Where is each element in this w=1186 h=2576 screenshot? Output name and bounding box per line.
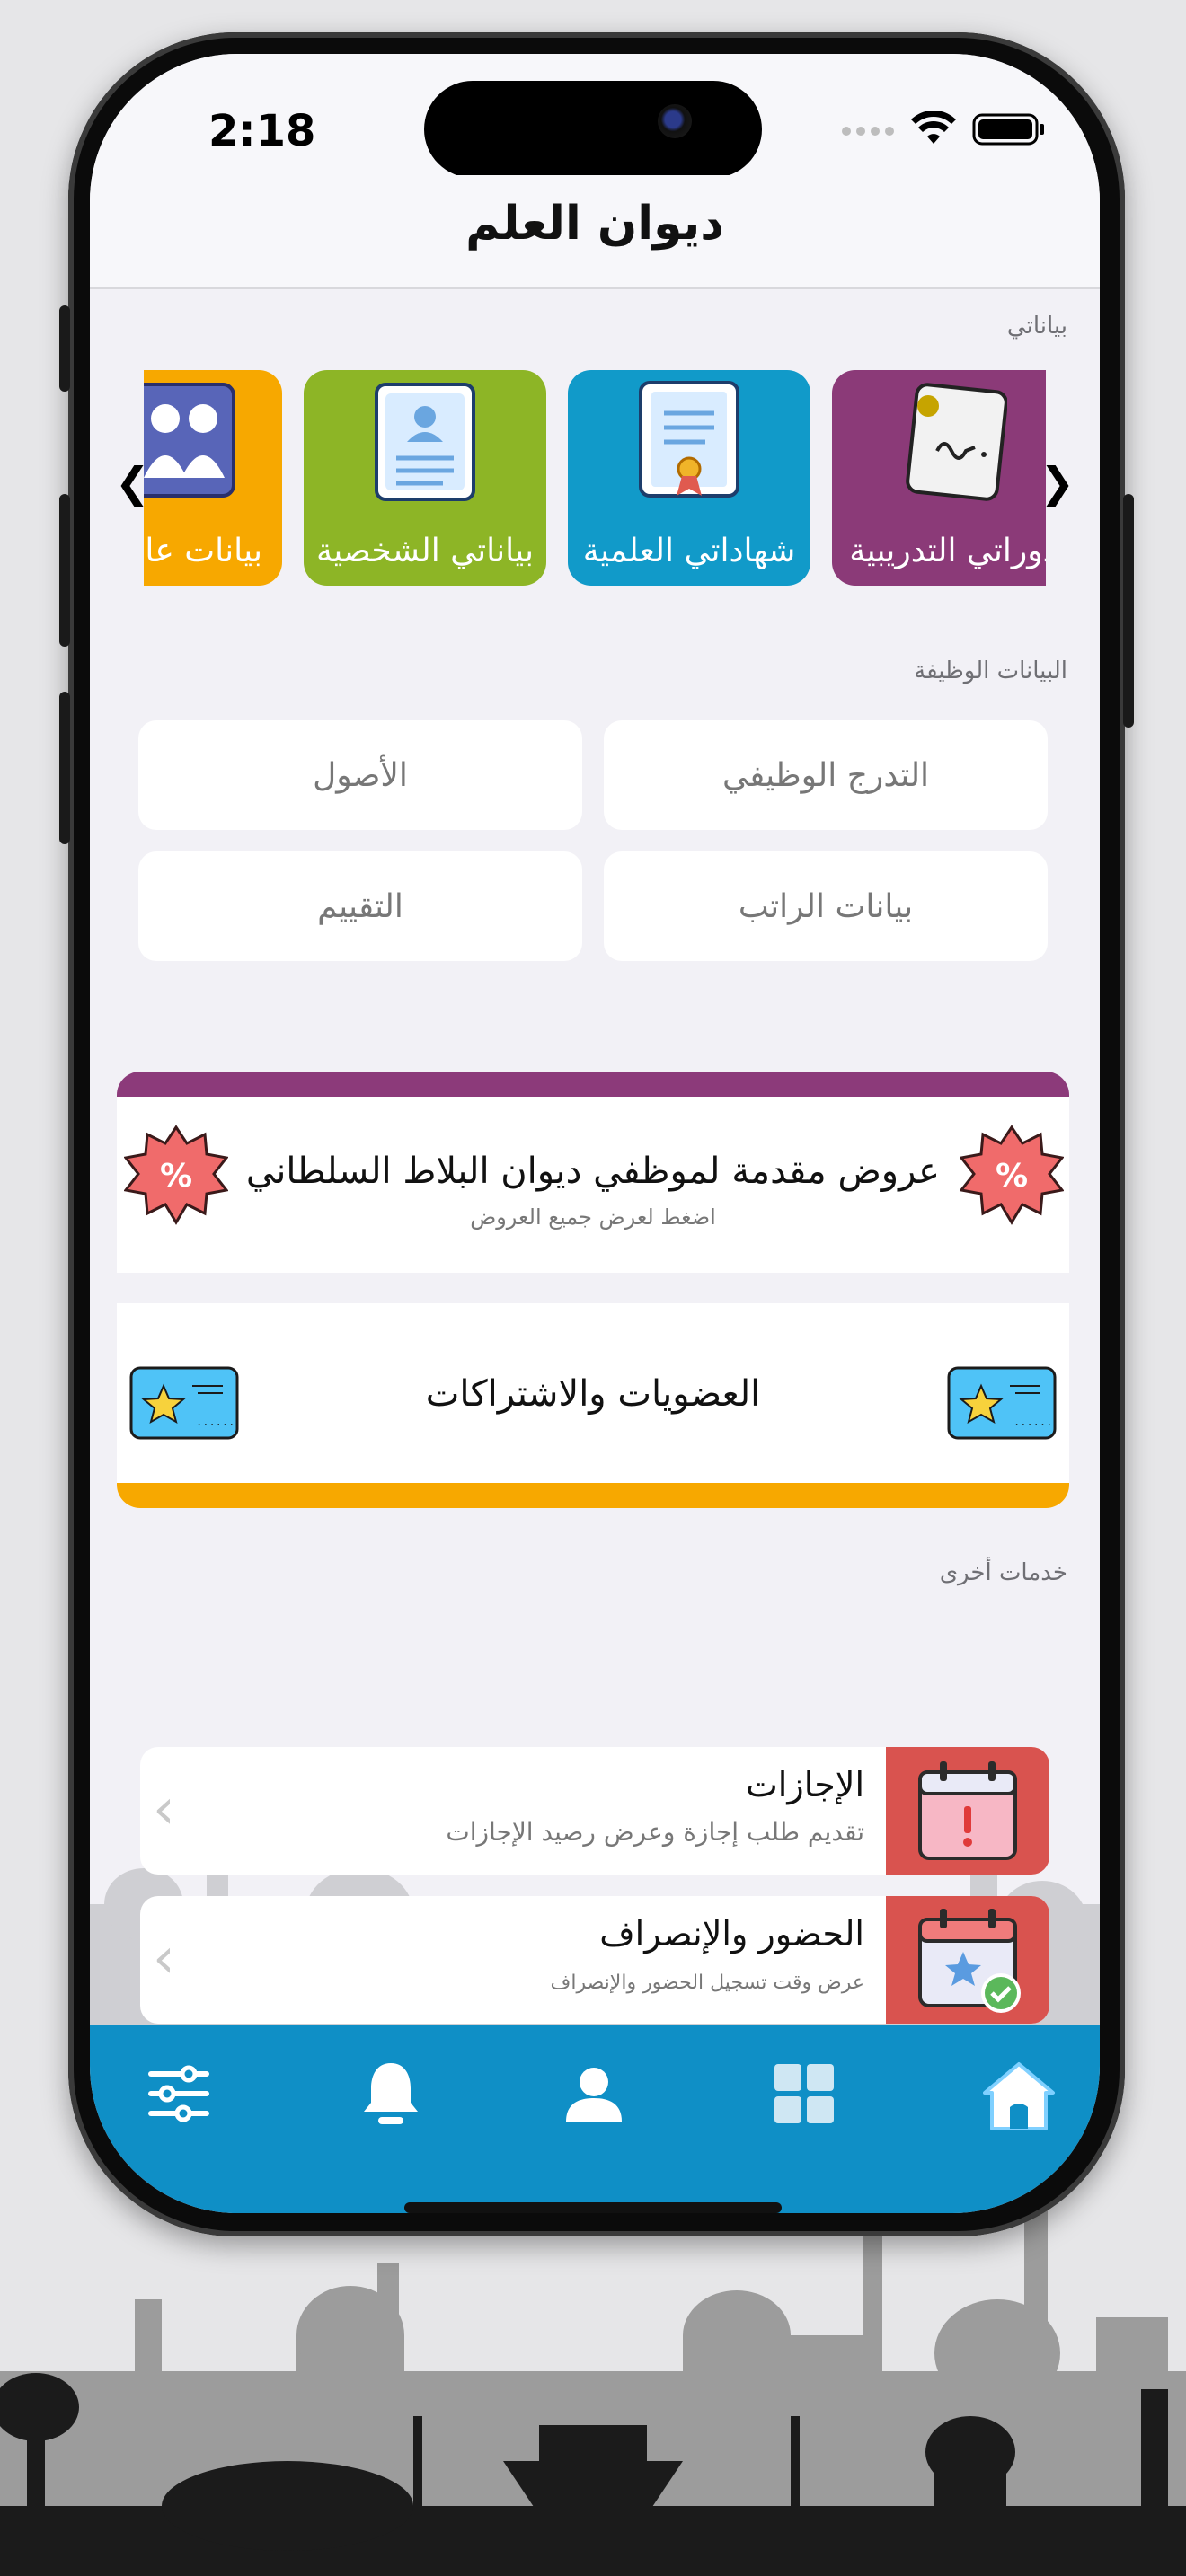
bottom-tab-bar xyxy=(90,2025,1100,2213)
memberships-title: العضويات والاشتراكات xyxy=(425,1373,761,1415)
settings-sliders-icon xyxy=(148,2065,209,2122)
job-grade-button[interactable]: التدرج الوظيفي xyxy=(604,720,1048,830)
tab-home[interactable] xyxy=(976,2053,1062,2139)
card-my-personal-data[interactable]: بياناتي الشخصية xyxy=(304,370,546,586)
status-time: 2:18 xyxy=(208,106,316,156)
power-button xyxy=(1123,494,1134,728)
id-card-icon xyxy=(375,383,475,501)
section-label-job-data: البيانات الوظيفة xyxy=(914,657,1067,684)
evaluation-button[interactable]: التقييم xyxy=(138,851,582,961)
service-subtitle: عرض وقت تسجيل الحضور والإنصراف xyxy=(550,1972,864,1994)
memberships-banner[interactable]: ...... ...... العضويات والاشتراكات xyxy=(117,1303,1069,1508)
card-my-family-data[interactable]: بيانات عائلتي xyxy=(144,370,282,586)
family-icon xyxy=(144,383,235,498)
tab-profile[interactable] xyxy=(553,2053,634,2134)
leaves-service-item[interactable]: الإجازات تقديم طلب إجازة وعرض رصيد الإجا… xyxy=(140,1747,1049,1875)
status-bar: 2:18 xyxy=(90,54,1100,178)
calendar-alert-icon xyxy=(918,1761,1017,1860)
section-label-other-services: خدمات أخرى xyxy=(939,1559,1067,1586)
chevron-left-icon: ‹ xyxy=(153,1776,175,1841)
memberships-accent-bar xyxy=(117,1483,1069,1508)
service-title: الإجازات xyxy=(746,1765,864,1804)
offers-banner[interactable]: % % عروض مقدمة لموظفي ديوان البلاط السلط… xyxy=(117,1072,1069,1273)
note-icon xyxy=(906,383,1007,501)
tab-services[interactable] xyxy=(764,2053,845,2134)
service-title: الحضور والإنصراف xyxy=(599,1914,864,1954)
tab-settings[interactable] xyxy=(138,2053,219,2134)
app-header: ديوان العلم xyxy=(90,175,1100,289)
camera-icon xyxy=(658,104,692,138)
my-data-carousel: دوراتي التدريبية شهاداتي العلمية بياناتي xyxy=(144,370,1046,591)
card-label: دوراتي التدريبية xyxy=(849,533,1046,569)
salary-data-button[interactable]: بيانات الراتب xyxy=(604,851,1048,961)
action-button xyxy=(59,305,70,392)
page-title: ديوان العلم xyxy=(465,197,724,251)
assets-button[interactable]: الأصول xyxy=(138,720,582,830)
card-label: بيانات عائلتي xyxy=(144,533,262,569)
attendance-icon-box xyxy=(886,1896,1049,2024)
svg-text:......: ...... xyxy=(196,1416,235,1428)
offers-accent-bar xyxy=(117,1072,1069,1097)
signal-icon xyxy=(842,127,894,136)
chevron-left-icon: ‹ xyxy=(153,1925,175,1990)
volume-up-button xyxy=(59,494,70,647)
offers-subtitle: اضغط لعرض جميع العروض xyxy=(470,1204,716,1230)
card-my-certificates[interactable]: شهاداتي العلمية xyxy=(568,370,810,586)
section-label-my-data: بياناتي xyxy=(1006,313,1067,340)
leaves-icon-box xyxy=(886,1747,1049,1875)
offers-title: عروض مقدمة لموظفي ديوان البلاط السلطاني xyxy=(245,1151,941,1192)
card-my-courses[interactable]: دوراتي التدريبية xyxy=(832,370,1046,586)
svg-text:......: ...... xyxy=(1013,1416,1052,1428)
wifi-icon xyxy=(911,111,956,144)
status-icons xyxy=(841,111,1046,147)
card-label: شهاداتي العلمية xyxy=(582,533,796,569)
card-label: بياناتي الشخصية xyxy=(315,533,534,569)
home-icon xyxy=(983,2062,1055,2130)
volume-down-button xyxy=(59,692,70,844)
battery-icon xyxy=(972,113,1044,146)
bell-icon xyxy=(364,2063,418,2124)
tab-notifications[interactable] xyxy=(350,2053,431,2134)
home-indicator xyxy=(404,2202,782,2213)
calendar-check-icon xyxy=(918,1909,1021,2013)
dynamic-island xyxy=(424,81,762,178)
app-screen: 2:18 ديوان العلم بياناتي ❮ ❯ دوراتي التد… xyxy=(90,54,1100,2213)
attendance-service-item[interactable]: الحضور والإنصراف عرض وقت تسجيل الحضور وا… xyxy=(140,1896,1049,2024)
grid-icon xyxy=(774,2064,834,2123)
service-subtitle: تقديم طلب إجازة وعرض رصيد الإجازات xyxy=(446,1817,864,1847)
certificate-icon xyxy=(639,381,739,498)
profile-icon xyxy=(566,2068,622,2122)
